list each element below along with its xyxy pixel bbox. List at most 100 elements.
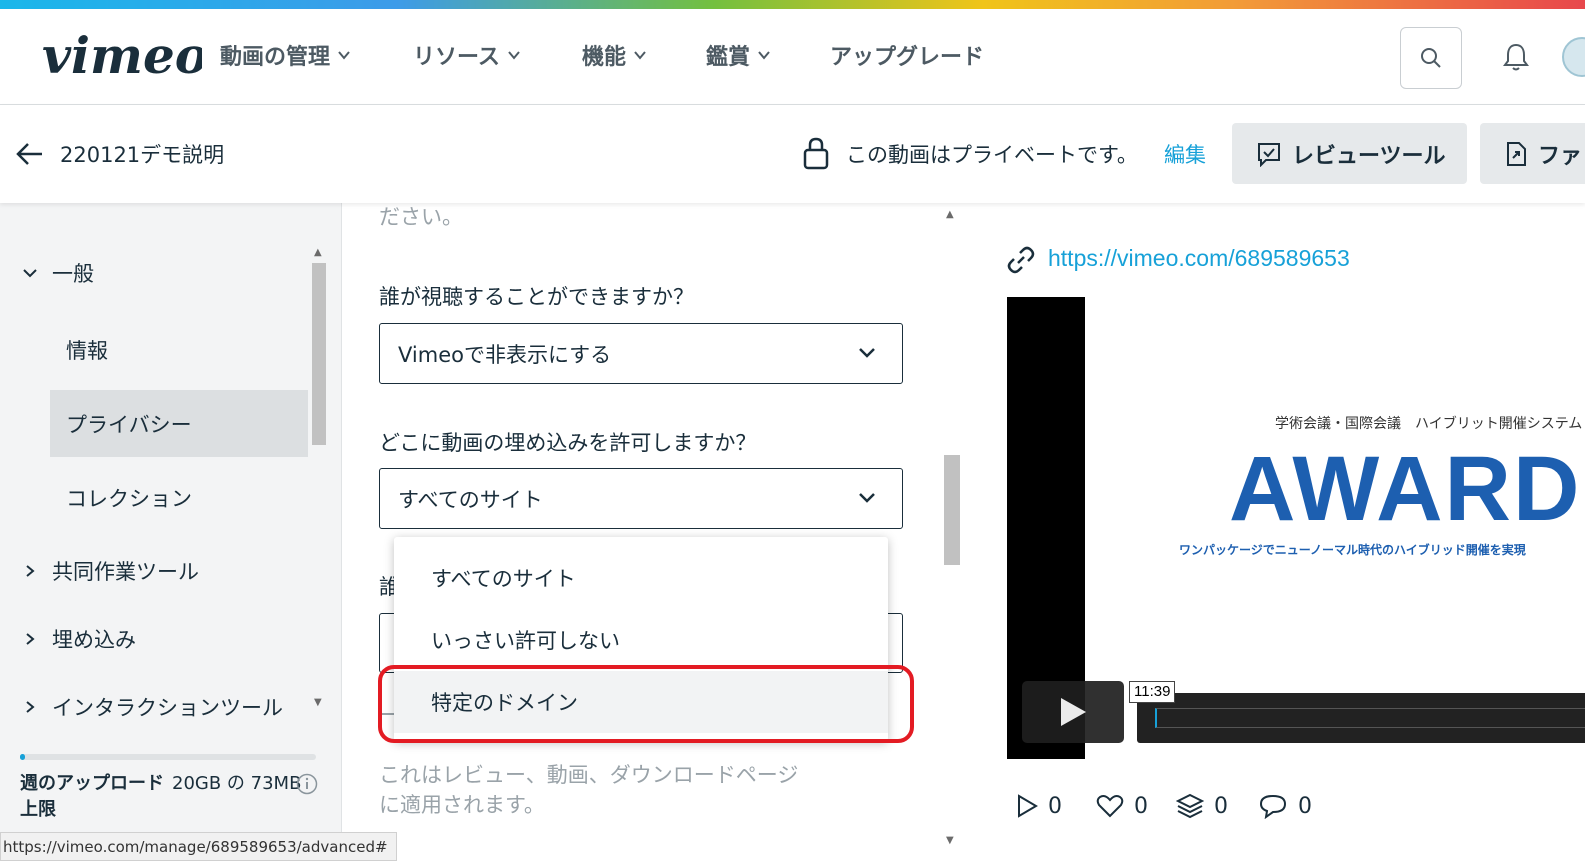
slide-subtitle: 学術会議・国際会議 ハイブリット開催システム — [1275, 416, 1583, 432]
file-button[interactable]: ファ — [1480, 123, 1585, 184]
video-title: 220121デモ説明 — [60, 143, 225, 167]
sidebar-section-label: 一般 — [52, 262, 94, 286]
search-icon — [1421, 48, 1441, 68]
review-icon — [1258, 142, 1280, 167]
sidebar-item-privacy[interactable]: プライバシー — [66, 409, 192, 439]
nav-upgrade[interactable]: アップグレード — [830, 37, 984, 73]
scroll-up-arrow-icon[interactable]: ▲ — [946, 209, 954, 220]
upload-quota-label: 週のアップロード上限 — [20, 773, 164, 820]
sidebar-section-interaction[interactable]: インタラクションツール — [22, 687, 283, 727]
likes-count: 0 — [1134, 793, 1148, 819]
video-progress-track[interactable] — [1155, 708, 1585, 728]
nav-manage-videos[interactable]: 動画の管理 — [220, 37, 350, 73]
likes-stat: 0 — [1096, 791, 1148, 821]
svg-text:vimeo: vimeo — [42, 31, 202, 83]
scroll-down-arrow-icon[interactable]: ▼ — [946, 835, 954, 846]
comment-icon — [1259, 794, 1287, 819]
nav-label: 機能 — [582, 45, 627, 70]
plays-stat: 0 — [1016, 791, 1062, 821]
browser-status-url: https://vimeo.com/manage/689589653/advan… — [0, 832, 397, 861]
avatar[interactable] — [1562, 37, 1585, 77]
plays-count: 0 — [1048, 793, 1062, 819]
sidebar-section-embed[interactable]: 埋め込み — [22, 619, 136, 659]
comments-count: 0 — [1298, 793, 1312, 819]
truncated-help-text: ださい。 — [379, 205, 463, 229]
embed-permission-label: どこに動画の埋め込みを許可しますか？ — [379, 431, 757, 455]
brand-gradient-bar — [0, 0, 1585, 9]
top-navigation: vimeo 動画の管理 リソース 機能 鑑賞 アップグレード — [0, 9, 1585, 105]
play-button[interactable] — [1022, 681, 1124, 743]
bell-icon[interactable] — [1500, 41, 1532, 73]
nav-label: アップグレード — [830, 45, 985, 70]
link-icon — [1007, 246, 1035, 274]
info-icon[interactable] — [296, 773, 318, 795]
settings-sidebar: 一般 情報 プライバシー コレクション 共同作業ツール 埋め込み インタラクショ… — [0, 203, 342, 861]
select-value: すべてのサイト — [398, 487, 543, 512]
lock-icon — [803, 137, 829, 170]
select-value: Vimeoで非表示にする — [398, 342, 612, 367]
vimeo-logo[interactable]: vimeo — [42, 31, 202, 83]
play-icon — [1061, 698, 1086, 726]
chevron-down-icon — [859, 493, 875, 503]
nav-label: 鑑賞 — [706, 45, 751, 70]
duration-tooltip: 11:39 — [1129, 681, 1176, 703]
chevron-down-icon — [338, 51, 350, 60]
review-tool-label: レビューツール — [1292, 143, 1446, 169]
privacy-settings-panel: ださい。 誰が視聴することができますか？ Vimeoで非表示にする どこに動画の… — [342, 203, 962, 861]
award-logo: AWARD — [1229, 438, 1582, 540]
upload-quota-fill — [20, 754, 25, 760]
collections-count: 0 — [1214, 793, 1228, 819]
embed-option-all-sites[interactable]: すべてのサイト — [394, 547, 888, 609]
comments-stat: 0 — [1258, 791, 1312, 821]
chevron-down-icon — [634, 51, 646, 60]
scroll-up-arrow-icon[interactable]: ▲ — [314, 247, 322, 258]
chevron-down-icon — [508, 51, 520, 60]
chevron-right-icon — [26, 701, 35, 713]
highlight-annotation-box — [378, 665, 914, 743]
nav-features[interactable]: 機能 — [582, 37, 646, 73]
note-line-2: に適用されます。 — [379, 793, 545, 817]
chevron-down-icon — [758, 51, 770, 60]
file-button-label: ファ — [1538, 143, 1583, 169]
video-url-link[interactable]: https://vimeo.com/689589653 — [1048, 245, 1350, 272]
slide-tagline: ワンパッケージでニューノーマル時代のハイブリッド開催を実現 — [1179, 543, 1526, 557]
heart-icon — [1096, 795, 1124, 818]
privacy-notice: この動画はプライベートです。 — [846, 143, 1138, 167]
sidebar-section-general[interactable]: 一般 — [22, 253, 94, 293]
sidebar-section-label: 埋め込み — [52, 628, 136, 652]
chevron-right-icon — [26, 565, 35, 577]
video-preview-panel: https://vimeo.com/689589653 学術会議・国際会議 ハイ… — [962, 203, 1585, 861]
collections-stat: 0 — [1176, 791, 1228, 821]
sidebar-scrollbar-thumb[interactable] — [312, 263, 326, 445]
review-tool-button[interactable]: レビューツール — [1232, 123, 1467, 184]
sidebar-section-label: インタラクションツール — [52, 696, 283, 720]
upload-quota-value: 20GB の 73MB — [172, 773, 302, 794]
video-player[interactable]: 学術会議・国際会議 ハイブリット開催システム AWARD ワンパッケージでニュー… — [1007, 297, 1585, 759]
embed-option-nowhere[interactable]: いっさい許可しない — [394, 609, 888, 671]
layers-icon — [1176, 793, 1204, 819]
who-can-view-select[interactable]: Vimeoで非表示にする — [379, 323, 903, 384]
video-header: 220121デモ説明 この動画はプライベートです。 編集 レビューツール ファ — [0, 105, 1585, 203]
panel-scrollbar-thumb[interactable] — [944, 455, 960, 565]
sidebar-section-label: 共同作業ツール — [52, 560, 199, 584]
play-outline-icon — [1018, 794, 1038, 818]
nav-watch[interactable]: 鑑賞 — [706, 37, 770, 73]
nav-resources[interactable]: リソース — [413, 37, 520, 73]
sidebar-item-info[interactable]: 情報 — [66, 335, 108, 365]
nav-label: リソース — [413, 45, 500, 70]
search-button[interactable] — [1400, 27, 1462, 89]
sidebar-item-collections[interactable]: コレクション — [66, 483, 192, 513]
embed-permission-select[interactable]: すべてのサイト — [379, 468, 903, 529]
chevron-right-icon — [26, 633, 35, 645]
sidebar-section-collab[interactable]: 共同作業ツール — [22, 551, 199, 591]
upload-quota-bar — [20, 754, 316, 760]
who-can-view-label: 誰が視聴することができますか？ — [379, 285, 694, 309]
chevron-down-icon — [23, 269, 37, 278]
nav-label: 動画の管理 — [220, 45, 331, 70]
edit-privacy-link[interactable]: 編集 — [1164, 139, 1206, 169]
scroll-down-arrow-icon[interactable]: ▼ — [314, 697, 322, 708]
back-arrow-icon[interactable] — [14, 139, 44, 169]
file-share-icon — [1507, 141, 1526, 166]
chevron-down-icon — [859, 348, 875, 358]
note-line-1: これはレビュー、動画、ダウンロードページ — [379, 763, 799, 787]
